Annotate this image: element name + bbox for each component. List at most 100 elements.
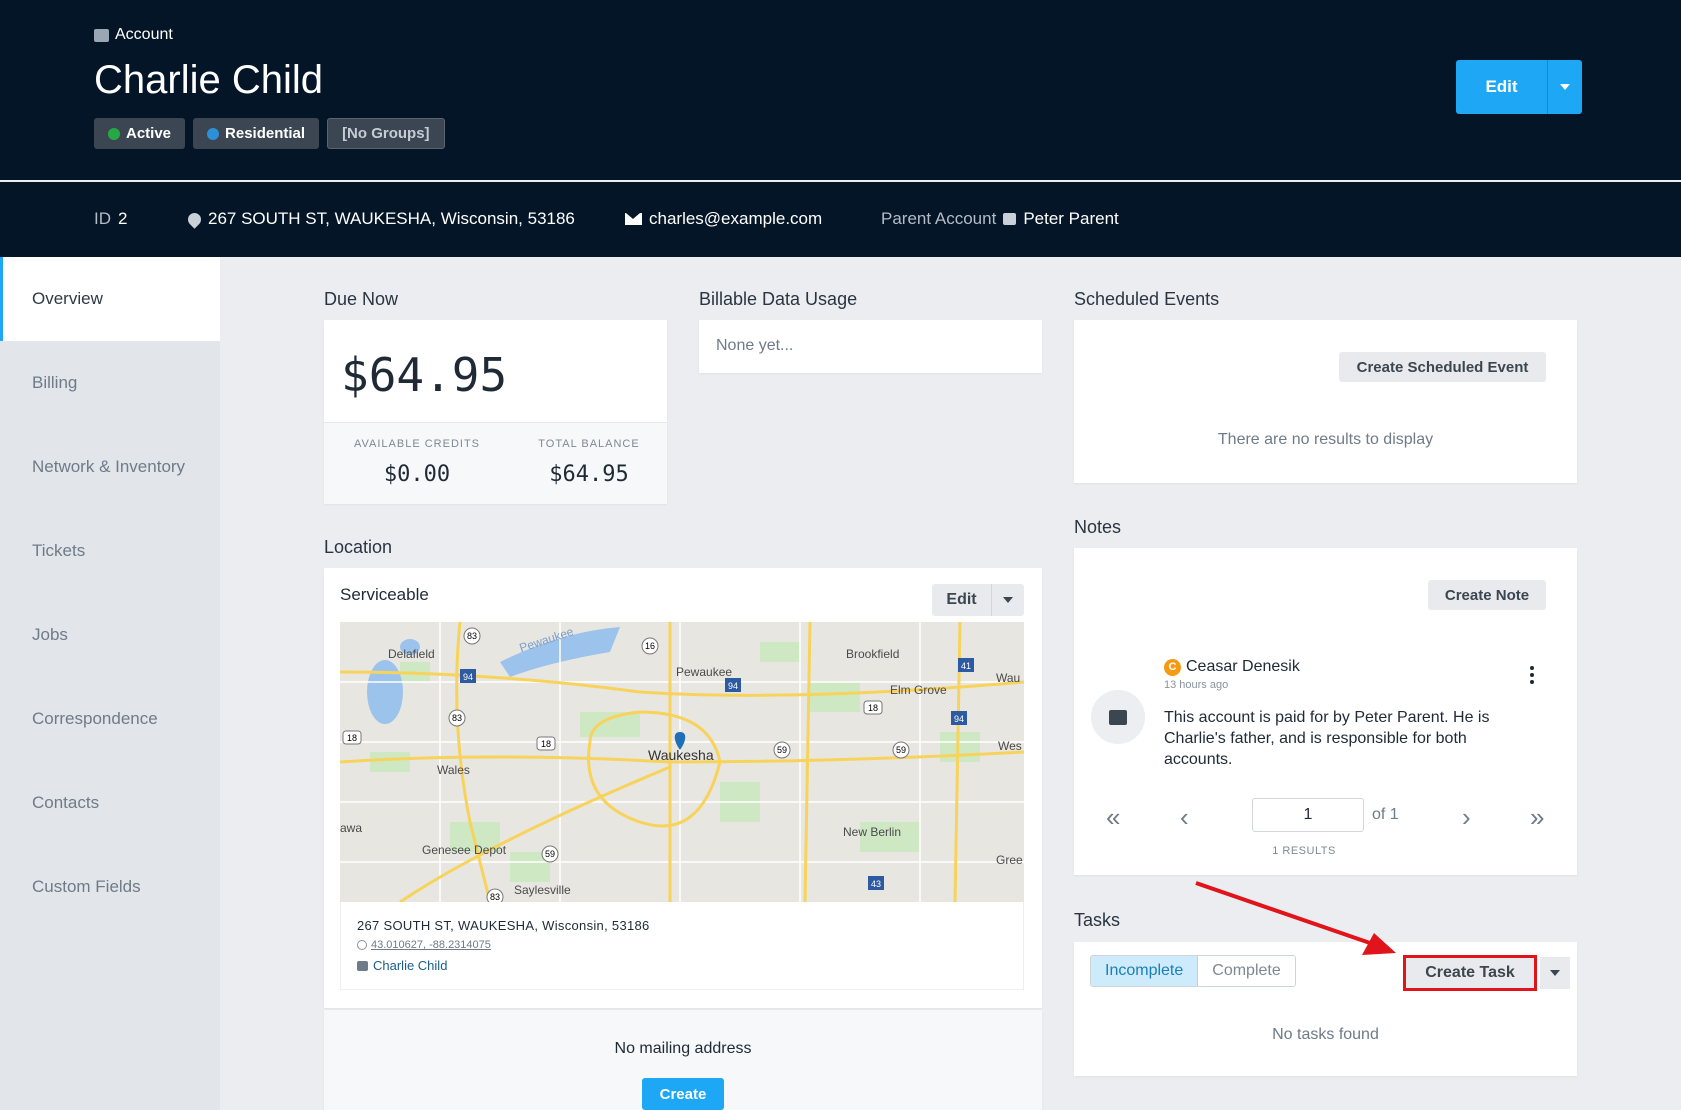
scheduled-events-card: Create Scheduled Event There are no resu… (1074, 320, 1577, 483)
sidebar-item-billing[interactable]: Billing (0, 341, 220, 425)
map-label: New Berlin (843, 825, 901, 839)
note-author: C Ceasar Denesik (1164, 658, 1300, 676)
map-shield: 94 (728, 681, 738, 691)
mailing-address-card: No mailing address Create (324, 1010, 1042, 1110)
map-graphic: Delafield Pewaukee Pewaukee Brookfield E… (340, 622, 1024, 902)
chevron-down-icon (1550, 970, 1560, 976)
location-edit-button[interactable]: Edit (932, 584, 1024, 616)
location-edit-dropdown[interactable] (992, 584, 1024, 616)
chevron-down-icon (1560, 84, 1570, 90)
serviceable-status: Serviceable (340, 585, 429, 604)
account-icon (1003, 213, 1017, 225)
map-label: Wau (996, 671, 1020, 685)
create-task-dropdown[interactable] (1540, 957, 1570, 989)
map-shield: 18 (347, 733, 357, 743)
edit-dropdown-toggle[interactable] (1548, 60, 1582, 114)
create-task-button[interactable]: Create Task (1403, 955, 1537, 991)
comment-icon (1109, 709, 1127, 725)
edit-account-button[interactable]: Edit (1456, 60, 1582, 114)
map-shield: 18 (868, 703, 878, 713)
map-shield: 83 (452, 713, 462, 723)
author-initial-badge: C (1164, 658, 1181, 676)
scheduled-events-heading: Scheduled Events (1074, 289, 1220, 309)
type-dot-icon (207, 127, 220, 140)
breadcrumb[interactable]: Account (94, 26, 173, 44)
parent-account: Parent Account Peter Parent (881, 209, 1119, 229)
map-label: Wales (437, 763, 470, 777)
due-now-card: $64.95 AVAILABLE CREDITS $0.00 TOTAL BAL… (324, 320, 667, 504)
create-mailing-button[interactable]: Create (642, 1078, 724, 1110)
map-shield: 83 (467, 631, 477, 641)
balance-summary: AVAILABLE CREDITS $0.00 TOTAL BALANCE $6… (324, 422, 667, 504)
sidebar-item-correspondence[interactable]: Correspondence (0, 677, 220, 761)
data-usage-heading: Billable Data Usage (699, 289, 858, 309)
account-meta-bar: ID 2 267 SOUTH ST, WAUKESHA, Wisconsin, … (0, 182, 1681, 257)
parent-account-link[interactable]: Peter Parent (1023, 209, 1118, 229)
first-page-icon[interactable]: « (1106, 802, 1120, 833)
map-label: Brookfield (846, 647, 899, 661)
account-id: ID 2 (94, 209, 127, 229)
location-address: 267 SOUTH ST, WAUKESHA, Wisconsin, 53186 (357, 918, 650, 933)
author-name: Ceasar Denesik (1186, 658, 1300, 675)
sidebar-item-overview[interactable]: Overview (0, 257, 220, 341)
location-account-link[interactable]: Charlie Child (373, 958, 447, 973)
badge-label: Active (126, 125, 172, 142)
prev-page-icon[interactable]: ‹ (1180, 802, 1189, 833)
map-shield: 59 (896, 745, 906, 755)
location-map[interactable]: Delafield Pewaukee Pewaukee Brookfield E… (340, 622, 1024, 902)
map-label: Waukesha (648, 747, 714, 763)
location-account[interactable]: Charlie Child (357, 958, 447, 973)
map-label: Elm Grove (890, 683, 947, 697)
location-details: 267 SOUTH ST, WAUKESHA, Wisconsin, 53186… (340, 902, 1024, 990)
page-of-text: of 1 (1372, 806, 1399, 823)
map-label: awa (340, 821, 362, 835)
account-address: 267 SOUTH ST, WAUKESHA, Wisconsin, 53186 (185, 209, 575, 229)
tab-incomplete[interactable]: Incomplete (1091, 956, 1199, 986)
account-email[interactable]: charles@example.com (625, 209, 822, 229)
data-usage-empty: None yet... (716, 337, 794, 354)
map-shield: 18 (541, 739, 551, 749)
sidebar-item-custom-fields[interactable]: Custom Fields (0, 845, 220, 929)
map-shield: 94 (954, 714, 964, 724)
chevron-down-icon (1003, 597, 1013, 603)
next-page-icon[interactable]: › (1462, 802, 1471, 833)
sidebar-item-jobs[interactable]: Jobs (0, 593, 220, 677)
map-shield: 59 (545, 849, 555, 859)
available-credits: AVAILABLE CREDITS $0.00 (342, 438, 492, 487)
envelope-icon (625, 213, 642, 225)
notes-pager: « ‹ 1 of 1 › » (1074, 798, 1577, 838)
kebab-menu-icon[interactable] (1530, 666, 1536, 684)
notes-card: Create Note C Ceasar Denesik 13 hours ag… (1074, 548, 1577, 875)
last-page-icon[interactable]: » (1530, 802, 1544, 833)
credits-label: AVAILABLE CREDITS (353, 438, 481, 450)
results-count: 1 RESULTS (1272, 845, 1336, 857)
location-coordinates[interactable]: 43.010627, -88.2314075 (357, 939, 491, 951)
sidebar-item-tickets[interactable]: Tickets (0, 509, 220, 593)
total-balance: TOTAL BALANCE $64.95 (514, 438, 664, 487)
scheduled-empty: There are no results to display (1217, 431, 1434, 448)
status-badge-active: Active (94, 118, 186, 149)
edit-button-label[interactable]: Edit (1456, 60, 1548, 114)
map-shield: 59 (777, 745, 787, 755)
coordinates-link[interactable]: 43.010627, -88.2314075 (371, 939, 491, 951)
sidebar-item-contacts[interactable]: Contacts (0, 761, 220, 845)
email-text[interactable]: charles@example.com (649, 209, 822, 229)
annotation-arrow-icon (1195, 881, 1396, 955)
map-shield: 16 (645, 641, 655, 651)
map-shield: 41 (961, 661, 971, 671)
page-number-input[interactable]: 1 (1252, 798, 1364, 832)
location-edit-label[interactable]: Edit (932, 584, 992, 616)
account-icon (94, 28, 109, 42)
parent-label: Parent Account (881, 209, 997, 228)
account-header: Account Charlie Child Active Residential… (0, 0, 1681, 180)
map-label: Wes (998, 739, 1022, 753)
map-shield: 43 (871, 879, 881, 889)
sidebar-item-network-inventory[interactable]: Network & Inventory (0, 425, 220, 509)
create-scheduled-event-button[interactable]: Create Scheduled Event (1339, 352, 1546, 382)
create-note-button[interactable]: Create Note (1428, 580, 1546, 610)
map-label: Delafield (388, 647, 435, 661)
badge-label: [No Groups] (342, 125, 430, 142)
status-dot-icon (108, 127, 120, 140)
location-card: Serviceable Edit Delafield Pewaukee Pewa… (324, 568, 1042, 1008)
map-label: Gree (996, 853, 1023, 867)
